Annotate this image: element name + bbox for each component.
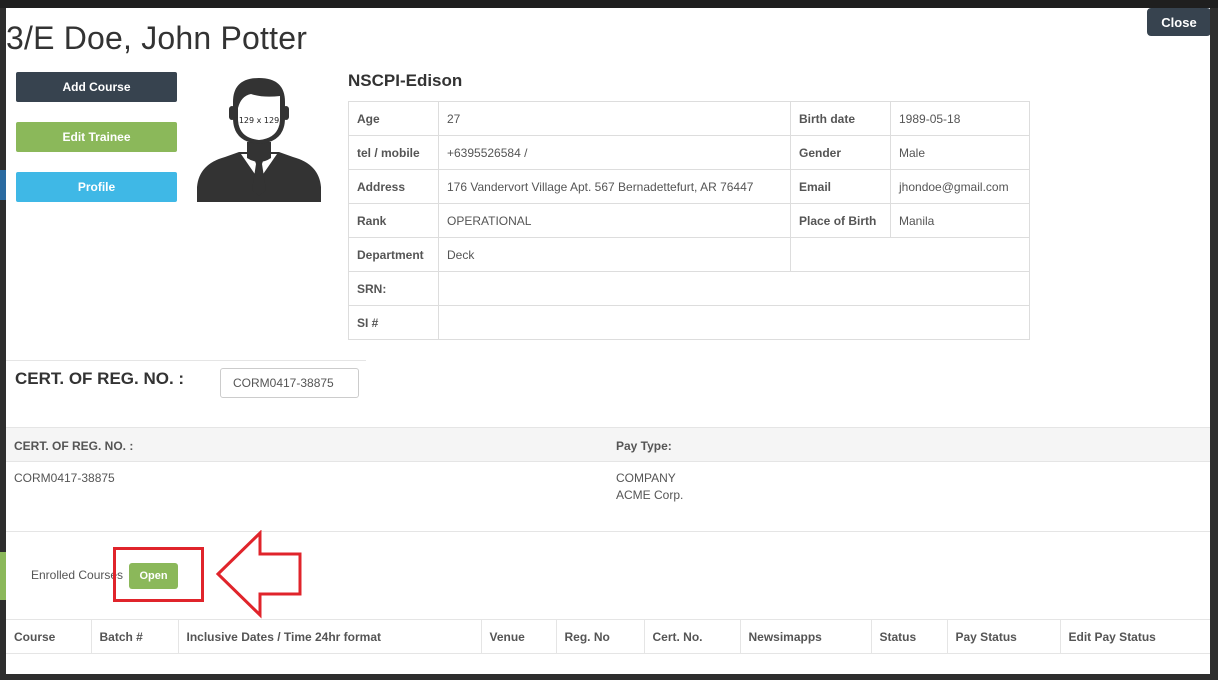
enrolled-courses-label: Enrolled Courses: [31, 568, 124, 582]
info-row: tel / mobile +6395526584 / Gender Male: [348, 135, 1030, 170]
pay-type-column-header: Pay Type:: [616, 439, 672, 453]
modal-title: 3/E Doe, John Potter: [6, 20, 308, 56]
organization-name: NSCPI-Edison: [348, 71, 463, 90]
rank-value: OPERATIONAL: [438, 203, 791, 238]
add-course-button[interactable]: Add Course: [16, 72, 177, 102]
annotation-arrow-icon: [215, 530, 302, 619]
column-header: Cert. No.: [644, 619, 741, 654]
info-row: Department Deck: [348, 237, 1030, 272]
srn-value: [438, 271, 1030, 306]
si-label: SI #: [348, 305, 439, 340]
column-header: Venue: [481, 619, 557, 654]
column-header: Course: [6, 619, 92, 654]
trainee-modal: 3/E Doe, John Potter Close Add Course Ed…: [6, 8, 1210, 674]
column-header: Edit Pay Status: [1060, 619, 1210, 654]
enrolled-courses-table: Course Batch # Inclusive Dates / Time 24…: [6, 619, 1210, 654]
column-header: Inclusive Dates / Time 24hr format: [178, 619, 482, 654]
address-label: Address: [348, 169, 439, 204]
srn-label: SRN:: [348, 271, 439, 306]
gender-value: Male: [890, 135, 1030, 170]
address-value: 176 Vandervort Village Apt. 567 Bernadet…: [438, 169, 791, 204]
pay-type-cell: COMPANY: [616, 471, 676, 485]
place-of-birth-value: Manila: [890, 203, 1030, 238]
cert-reg-cell: CORM0417-38875: [14, 471, 115, 485]
department-value: Deck: [438, 237, 791, 272]
column-header: Status: [871, 619, 948, 654]
edit-trainee-button[interactable]: Edit Trainee: [16, 122, 177, 152]
pay-info-header: CERT. OF REG. NO. : Pay Type:: [6, 427, 1210, 462]
tel-value: +6395526584 /: [438, 135, 791, 170]
close-button[interactable]: Close: [1147, 8, 1210, 36]
birth-date-value: 1989-05-18: [890, 101, 1030, 136]
table-header-row: Course Batch # Inclusive Dates / Time 24…: [6, 619, 1210, 654]
column-header: Reg. No: [556, 619, 645, 654]
pay-info-row: CORM0417-38875 COMPANY ACME Corp.: [6, 462, 1210, 532]
info-row: SRN:: [348, 271, 1030, 306]
column-header: Pay Status: [947, 619, 1061, 654]
column-header: Batch #: [91, 619, 179, 654]
department-label: Department: [348, 237, 439, 272]
profile-button[interactable]: Profile: [16, 172, 177, 202]
info-row: SI #: [348, 305, 1030, 340]
email-label: Email: [790, 169, 891, 204]
avatar: 129 x 129: [197, 72, 327, 202]
cert-reg-column-header: CERT. OF REG. NO. :: [14, 439, 134, 453]
company-cell: ACME Corp.: [616, 488, 684, 502]
info-row: Age 27 Birth date 1989-05-18: [348, 101, 1030, 136]
cert-reg-field[interactable]: CORM0417-38875: [220, 368, 359, 398]
age-value: 27: [438, 101, 791, 136]
email-value: jhondoe@gmail.com: [890, 169, 1030, 204]
avatar-size-label: 129 x 129: [238, 116, 280, 125]
user-silhouette-icon: [197, 78, 321, 202]
gender-label: Gender: [790, 135, 891, 170]
tel-label: tel / mobile: [348, 135, 439, 170]
age-label: Age: [348, 101, 439, 136]
trainee-info-table: Age 27 Birth date 1989-05-18 tel / mobil…: [348, 101, 1030, 340]
annotation-highlight-box: [113, 547, 204, 602]
place-of-birth-label: Place of Birth: [790, 203, 891, 238]
birth-date-label: Birth date: [790, 101, 891, 136]
column-header: Newsimapps: [740, 619, 872, 654]
info-row: Rank OPERATIONAL Place of Birth Manila: [348, 203, 1030, 238]
cert-reg-label: CERT. OF REG. NO. :: [15, 369, 185, 388]
divider: [6, 360, 366, 361]
info-row: Address 176 Vandervort Village Apt. 567 …: [348, 169, 1030, 204]
rank-label: Rank: [348, 203, 439, 238]
si-value: [438, 305, 1030, 340]
backdrop-top-bar: [0, 0, 1218, 8]
empty-cell: [790, 237, 1030, 272]
